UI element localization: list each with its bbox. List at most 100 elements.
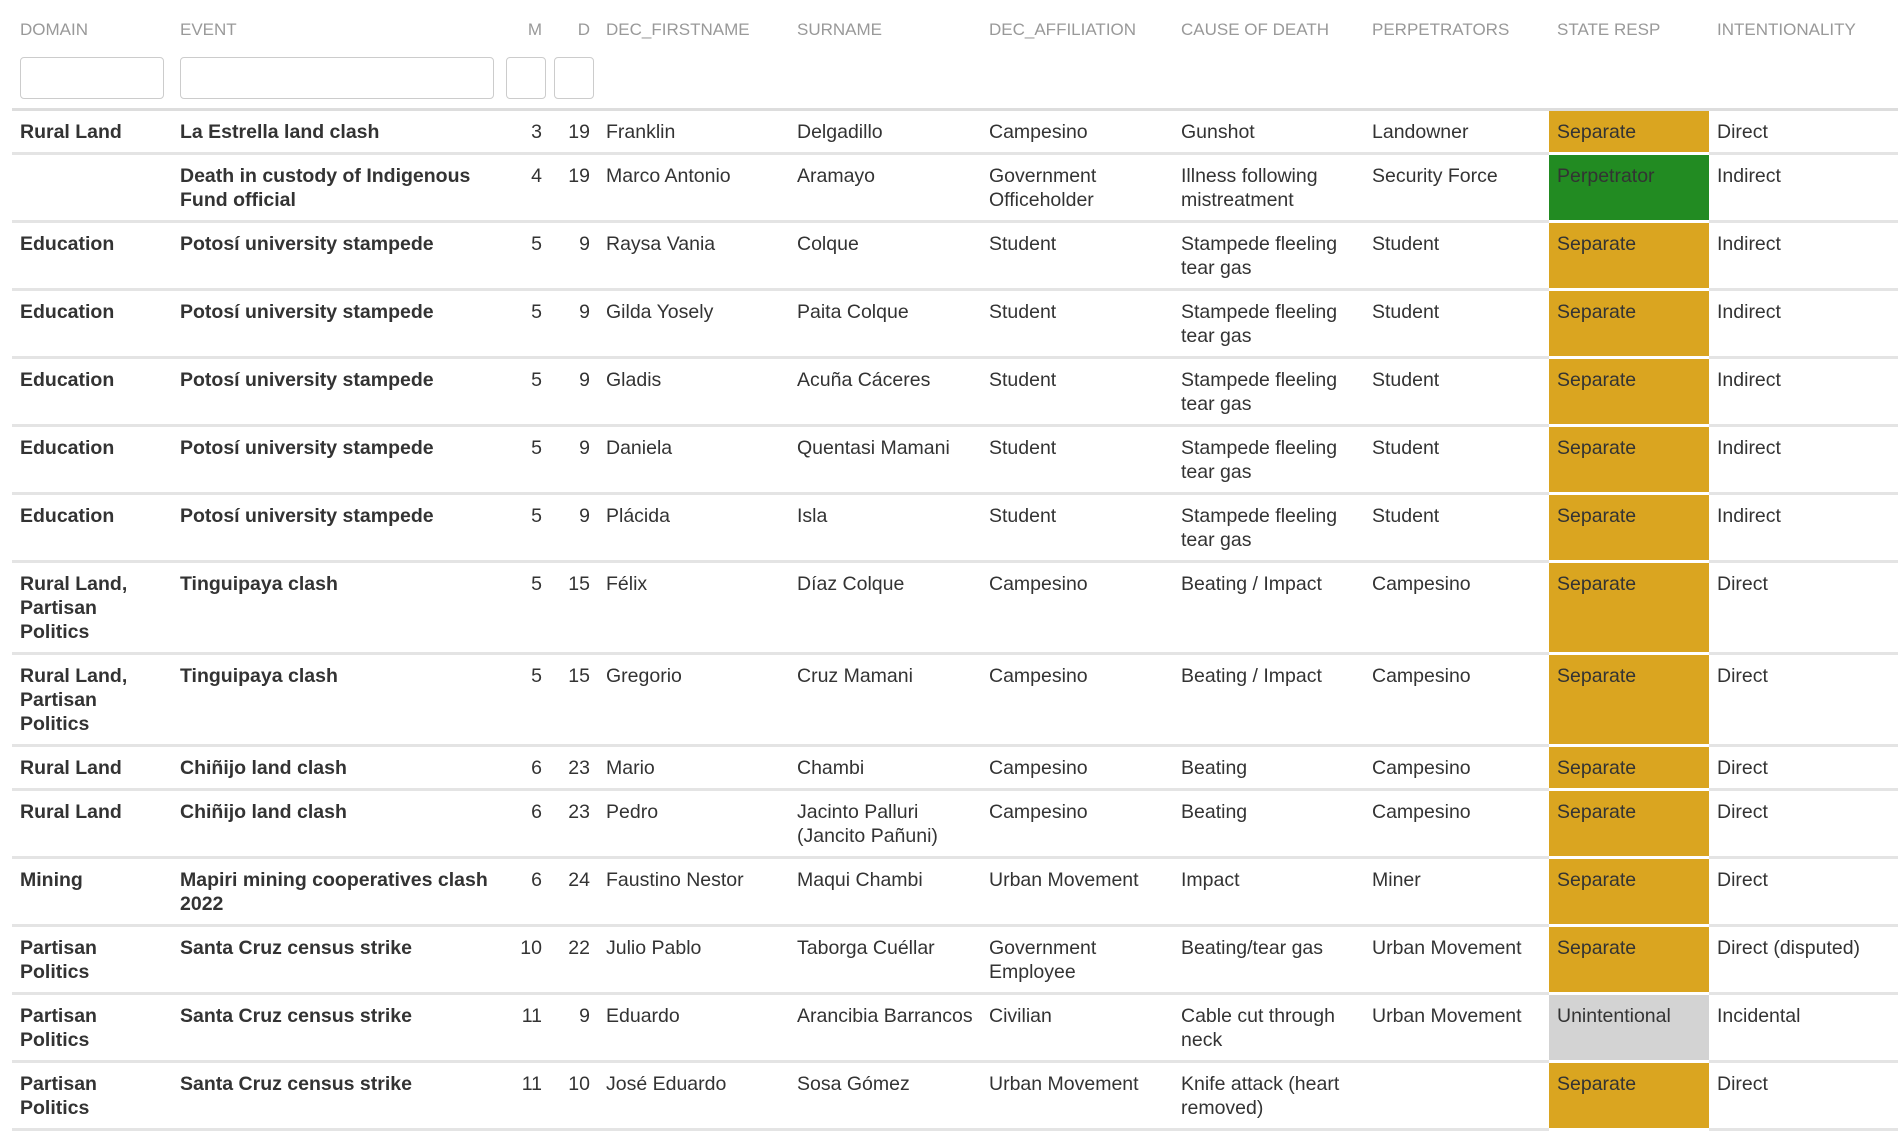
- col-m[interactable]: M: [502, 0, 550, 49]
- cell-surname: Isla: [789, 493, 981, 563]
- cell-firstname: Raysa Vania: [598, 221, 789, 291]
- cell-day: 15: [550, 561, 598, 655]
- cell-day: 23: [550, 745, 598, 791]
- cell-domain: Education: [12, 493, 172, 563]
- cell-day: 10: [550, 1061, 598, 1131]
- cell-firstname: Faustino Nestor: [598, 857, 789, 927]
- cell-day: 9: [550, 993, 598, 1063]
- cell-event: Mapiri mining cooperatives clash 2022: [172, 857, 502, 927]
- cell-affiliation: Urban Movement: [981, 1061, 1173, 1131]
- table-row: Education Potosí university stampede 5 9 Gla…: [12, 357, 1898, 427]
- cell-surname: Díaz Colque: [789, 561, 981, 655]
- cell-intentionality: Direct: [1709, 561, 1898, 655]
- cell-intentionality: Indirect: [1709, 425, 1898, 495]
- col-state-resp[interactable]: STATE RESP: [1549, 0, 1709, 49]
- cell-domain: Partisan Politics: [12, 993, 172, 1063]
- table-row: Rural Land Chiñijo land clash 6 23 Mario Cham…: [12, 745, 1898, 791]
- cell-domain: Rural Land: [12, 109, 172, 155]
- cell-domain: Education: [12, 425, 172, 495]
- cell-domain: Education: [12, 357, 172, 427]
- cell-perpetrators: Student: [1364, 289, 1549, 359]
- cell-intentionality: Indirect: [1709, 153, 1898, 223]
- cell-event: Potosí university stampede: [172, 493, 502, 563]
- cell-month: 5: [502, 357, 550, 427]
- cell-state-resp: Separate: [1549, 357, 1709, 427]
- cell-domain: Education: [12, 221, 172, 291]
- m-filter-input[interactable]: [506, 57, 546, 99]
- cell-event: Tinguipaya clash: [172, 653, 502, 747]
- cell-domain: Rural Land: [12, 789, 172, 859]
- cell-cause: Beating/tear gas: [1173, 925, 1364, 995]
- cell-perpetrators: Student: [1364, 357, 1549, 427]
- col-firstname[interactable]: DEC_FIRSTNAME: [598, 0, 789, 49]
- cell-affiliation: Urban Movement: [981, 857, 1173, 927]
- cell-perpetrators: Campesino: [1364, 561, 1549, 655]
- cell-day: 23: [550, 789, 598, 859]
- cell-state-resp: Separate: [1549, 289, 1709, 359]
- cell-intentionality: Direct: [1709, 789, 1898, 859]
- col-surname[interactable]: SURNAME: [789, 0, 981, 49]
- cell-event: Potosí university stampede: [172, 357, 502, 427]
- cell-day: 19: [550, 109, 598, 155]
- col-domain[interactable]: DOMAIN: [12, 0, 172, 49]
- cell-firstname: Eduardo: [598, 993, 789, 1063]
- cell-month: 10: [502, 925, 550, 995]
- col-intentionality[interactable]: INTENTIONALITY: [1709, 0, 1898, 49]
- d-filter-input[interactable]: [554, 57, 594, 99]
- cell-intentionality: Indirect: [1709, 289, 1898, 359]
- cell-month: 6: [502, 857, 550, 927]
- cell-intentionality: Incidental: [1709, 993, 1898, 1063]
- cell-affiliation: Government Officeholder: [981, 153, 1173, 223]
- cell-surname: Acuña Cáceres: [789, 357, 981, 427]
- cell-cause: Knife attack (heart removed): [1173, 1061, 1364, 1131]
- domain-filter-input[interactable]: [20, 57, 164, 99]
- cell-state-resp: Perpetrator: [1549, 153, 1709, 223]
- col-event[interactable]: EVENT: [172, 0, 502, 49]
- cell-state-resp: Unintentional: [1549, 993, 1709, 1063]
- col-cause[interactable]: CAUSE OF DEATH: [1173, 0, 1364, 49]
- cell-affiliation: Student: [981, 493, 1173, 563]
- cell-day: 9: [550, 425, 598, 495]
- cell-firstname: Julio Pablo: [598, 925, 789, 995]
- cell-perpetrators: Urban Movement: [1364, 993, 1549, 1063]
- cell-surname: Cruz Mamani: [789, 653, 981, 747]
- cell-cause: Stampede fleeling tear gas: [1173, 221, 1364, 291]
- table-row: Rural Land, Partisan Politics Tinguipaya …: [12, 653, 1898, 747]
- cell-perpetrators: Urban Movement: [1364, 925, 1549, 995]
- cell-domain: Partisan Politics: [12, 925, 172, 995]
- cell-firstname: Plácida: [598, 493, 789, 563]
- cell-firstname: Gregorio: [598, 653, 789, 747]
- cell-event: La Estrella land clash: [172, 109, 502, 155]
- cell-surname: Arancibia Barrancos: [789, 993, 981, 1063]
- cell-affiliation: Student: [981, 425, 1173, 495]
- cell-perpetrators: Campesino: [1364, 789, 1549, 859]
- col-affiliation[interactable]: DEC_AFFILIATION: [981, 0, 1173, 49]
- cell-cause: Beating: [1173, 745, 1364, 791]
- cell-state-resp: Separate: [1549, 857, 1709, 927]
- cell-state-resp: Separate: [1549, 493, 1709, 563]
- cell-intentionality: Direct: [1709, 745, 1898, 791]
- cell-domain: Rural Land: [12, 745, 172, 791]
- table-row: Rural Land La Estrella land clash 3 19 Frank…: [12, 109, 1898, 155]
- cell-day: 9: [550, 221, 598, 291]
- cell-perpetrators: [1364, 1061, 1549, 1131]
- cell-cause: Cable cut through neck: [1173, 993, 1364, 1063]
- cell-state-resp: Separate: [1549, 109, 1709, 155]
- cell-perpetrators: Miner: [1364, 857, 1549, 927]
- cell-surname: Maqui Chambi: [789, 857, 981, 927]
- cell-month: 5: [502, 289, 550, 359]
- col-d[interactable]: D: [550, 0, 598, 49]
- cell-perpetrators: Student: [1364, 221, 1549, 291]
- cell-day: 22: [550, 925, 598, 995]
- cell-affiliation: Campesino: [981, 745, 1173, 791]
- cell-event: Santa Cruz census strike: [172, 1061, 502, 1131]
- table-row: Mining Mapiri mining cooperatives clash 2…: [12, 857, 1898, 927]
- cell-cause: Stampede fleeling tear gas: [1173, 425, 1364, 495]
- cell-cause: Beating: [1173, 789, 1364, 859]
- cell-firstname: Félix: [598, 561, 789, 655]
- table-row: Death in custody of Indigenous Fund offi…: [12, 153, 1898, 223]
- table-row: Education Potosí university stampede 5 9 Plá…: [12, 493, 1898, 563]
- event-filter-input[interactable]: [180, 57, 494, 99]
- col-perpetrators[interactable]: PERPETRATORS: [1364, 0, 1549, 49]
- cell-surname: Taborga Cuéllar: [789, 925, 981, 995]
